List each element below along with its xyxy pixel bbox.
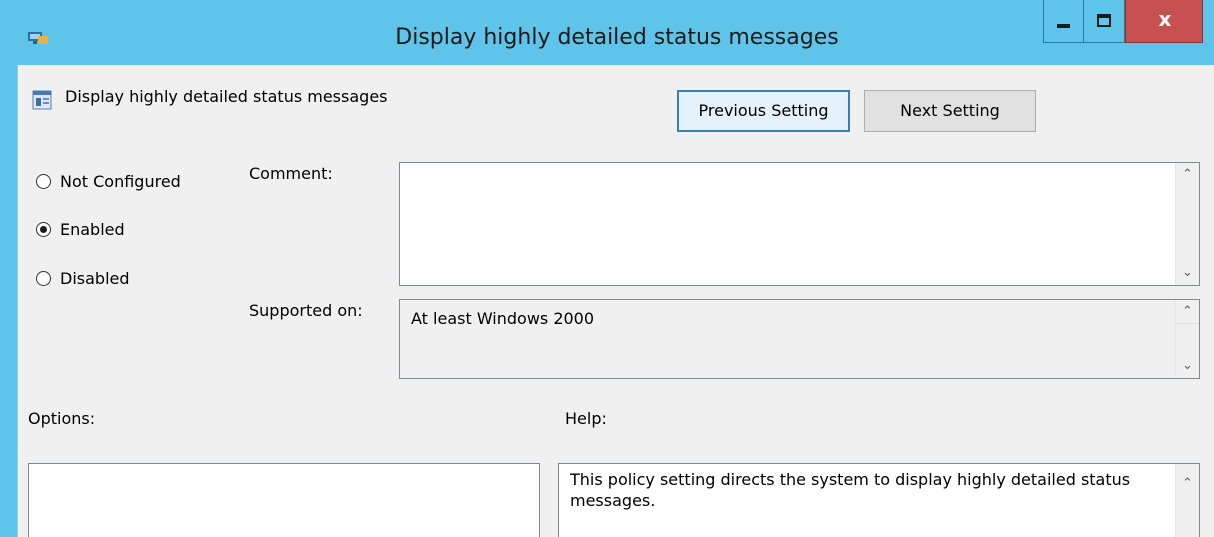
maximize-button[interactable] (1084, 0, 1125, 43)
supported-on-box: At least Windows 2000 ⌃ ⌄ (399, 299, 1200, 379)
comment-textarea[interactable]: ⌃ ⌄ (399, 162, 1200, 286)
chevron-down-icon[interactable]: ⌄ (1176, 354, 1199, 378)
supported-on-label: Supported on: (249, 301, 363, 320)
comment-label: Comment: (249, 164, 333, 183)
radio-circle-selected[interactable] (36, 221, 51, 237)
radio-label: Not Configured (60, 171, 181, 191)
help-pane[interactable]: This policy setting directs the system t… (558, 463, 1200, 537)
radio-disabled[interactable]: Disabled (36, 266, 130, 290)
options-label: Options: (28, 409, 96, 428)
next-setting-button[interactable]: Next Setting (864, 90, 1036, 132)
chevron-up-icon[interactable]: ⌃ (1176, 472, 1199, 496)
minimize-icon (1057, 24, 1070, 28)
radio-circle[interactable] (36, 173, 51, 189)
window-title: Display highly detailed status messages (395, 25, 839, 50)
supported-scrollbar[interactable]: ⌃ ⌄ (1175, 300, 1199, 378)
maximize-icon (1097, 14, 1111, 27)
help-label: Help: (565, 409, 607, 428)
close-button[interactable]: x (1125, 0, 1203, 43)
policy-setting-icon (32, 90, 52, 110)
radio-circle[interactable] (36, 270, 51, 286)
dialog-panel: Display highly detailed status messages … (17, 65, 1214, 537)
title-bar[interactable]: Display highly detailed status messages … (0, 0, 1214, 65)
help-scrollbar[interactable]: ⌃ (1175, 464, 1199, 537)
chevron-up-icon[interactable]: ⌃ (1176, 163, 1199, 187)
radio-not-configured[interactable]: Not Configured (36, 169, 181, 193)
close-icon: x (1158, 7, 1172, 31)
minimize-button[interactable] (1043, 0, 1084, 43)
comment-scrollbar[interactable]: ⌃ ⌄ (1175, 163, 1199, 285)
radio-label: Enabled (60, 219, 125, 239)
setting-name: Display highly detailed status messages (65, 87, 388, 106)
chevron-down-icon[interactable]: ⌄ (1176, 261, 1199, 285)
radio-enabled[interactable]: Enabled (36, 217, 125, 241)
radio-label: Disabled (60, 268, 130, 288)
supported-on-value: At least Windows 2000 (411, 309, 595, 328)
options-pane[interactable] (28, 463, 540, 537)
previous-setting-button[interactable]: Previous Setting (677, 90, 850, 132)
chevron-up-icon[interactable]: ⌃ (1176, 300, 1199, 324)
help-text: This policy setting directs the system t… (570, 470, 1131, 510)
